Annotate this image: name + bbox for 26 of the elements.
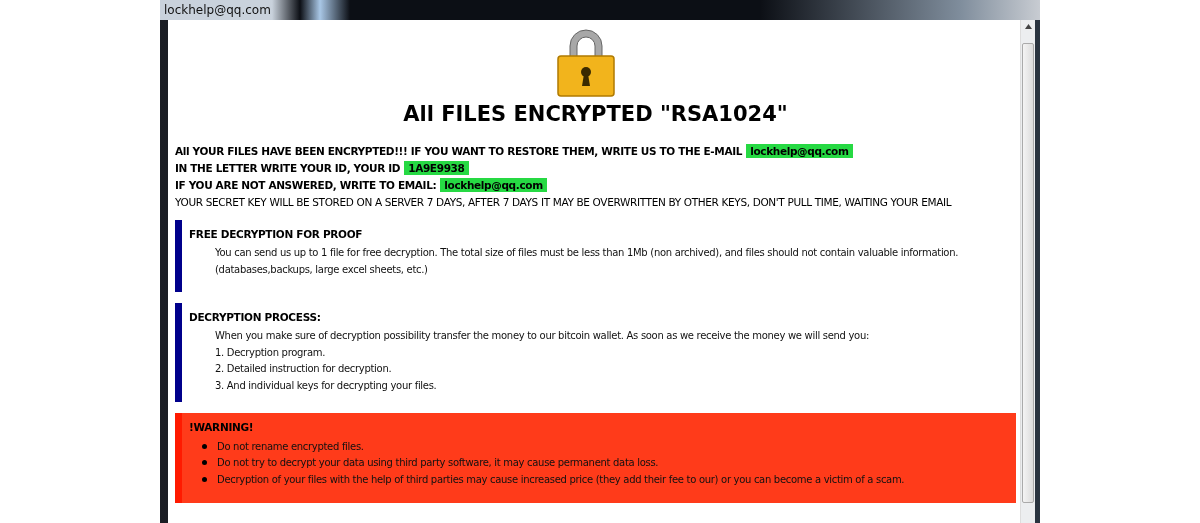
- bullet-icon: [202, 460, 207, 466]
- section-title: DECRYPTION PROCESS:: [189, 311, 322, 323]
- scrollbar-thumb[interactable]: [1022, 43, 1034, 503]
- notice-text: All YOUR FILES HAVE BEEN ENCRYPTED!!! IF YOU WANT TO RESTORE THEM, WRITE US TO THE E-MAIL: [175, 144, 743, 157]
- highlighted-text: 1A9E9938: [404, 160, 469, 175]
- notice-text: IN THE LETTER WRITE YOUR ID, YOUR ID: [175, 161, 401, 174]
- notice-text: IF YOU ARE NOT ANSWERED, WRITE TO EMAIL:: [175, 178, 437, 191]
- page-heading: All FILES ENCRYPTED "RSA1024": [403, 102, 788, 126]
- bullet-icon: [202, 476, 207, 482]
- section-text: 1. Decryption program.: [214, 345, 327, 360]
- section-text: 2. Detailed instruction for decryption.: [214, 362, 393, 376]
- up-arrow-icon[interactable]: [1024, 24, 1032, 29]
- highlighted-text: lockhelp@qq.com: [746, 143, 853, 158]
- warning-text: Do not try to decrypt your data using third party software, it may cause permanent data loss.: [217, 457, 659, 469]
- warning-text: Decryption of your files with the help of third parties may cause increased price (they add their fee to our) or you can become a victim of a scam.: [217, 473, 905, 485]
- bullet-icon: [202, 443, 207, 449]
- scrollbar[interactable]: [1020, 20, 1035, 523]
- section-title: FREE DECRYPTION FOR PROOF: [189, 228, 364, 240]
- warning-text: Do not rename encrypted files.: [217, 440, 364, 452]
- notice-text: YOUR SECRET KEY WILL BE STORED ON A SERVER 7 DAYS, AFTER 7 DAYS IT MAY BE OVERWRITTEN BY OTHER KEYS, DON'T PULL TIME, WAITING YOUR EMAIL: [175, 195, 952, 208]
- highlighted-text: lockhelp@qq.com: [440, 177, 547, 192]
- section-text: You can send us up to 1 file for free decryption. The total size of files must be less than 1Mb (non archived), and files should not contain valuable information. (databases,backups, large excel sheets, etc.): [214, 246, 960, 277]
- section-title: !WARNING!: [189, 421, 255, 433]
- section-text: 3. And individual keys for decrypting your files.: [214, 378, 438, 393]
- window-title: lockhelp@qq.com: [164, 3, 271, 17]
- section-text: When you make sure of decryption possibility transfer the money to our bitcoin wallet. As soon as we receive the money we will send you:: [214, 329, 871, 343]
